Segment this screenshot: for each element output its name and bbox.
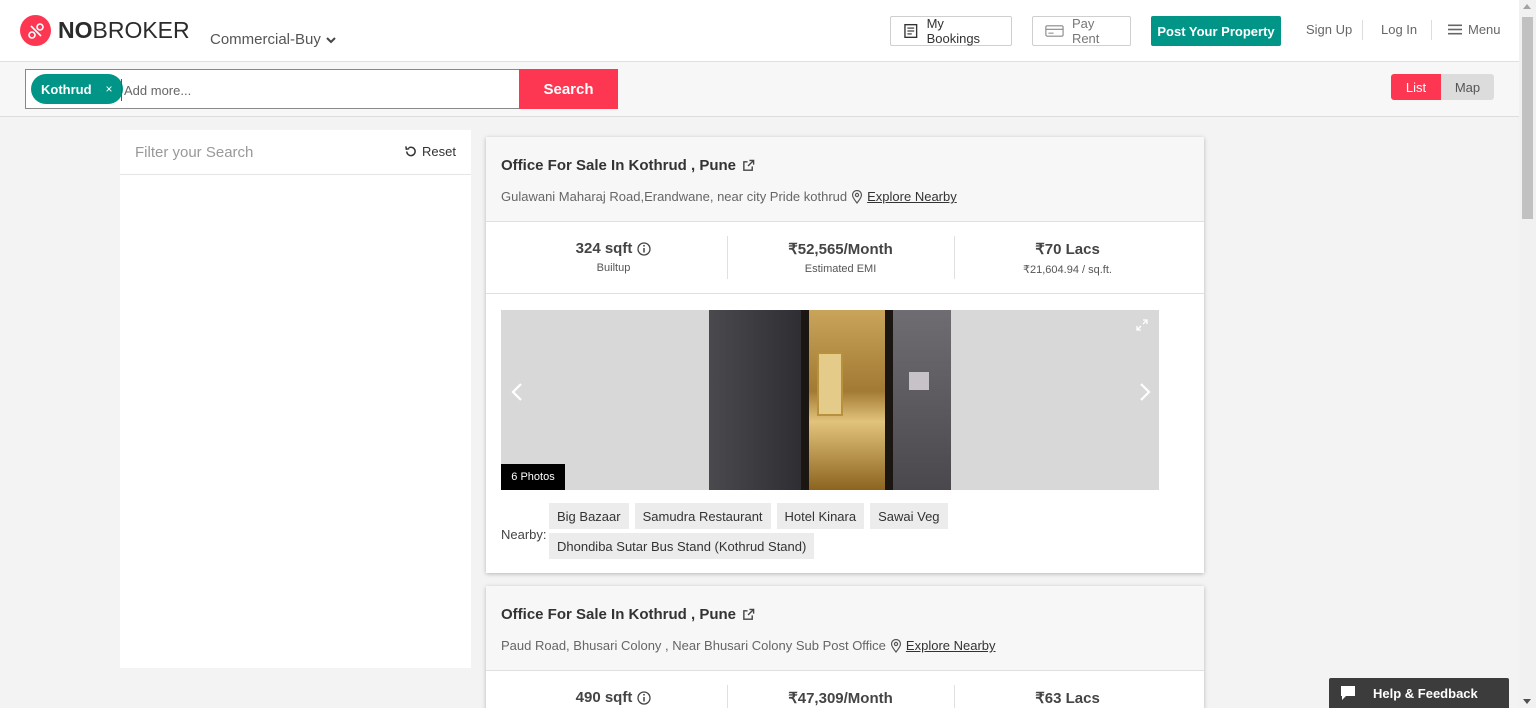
property-card[interactable]: Office For Sale In Kothrud , Pune Gulawa… — [486, 137, 1204, 573]
location-pin-icon — [890, 638, 902, 653]
list-view-button[interactable]: List — [1391, 74, 1441, 100]
property-title[interactable]: Office For Sale In Kothrud , Pune — [501, 606, 755, 623]
top-header: NOBROKER Commercial-Buy My Bookings Pay … — [0, 0, 1519, 62]
emi-label: Estimated EMI — [804, 263, 877, 275]
my-bookings-button[interactable]: My Bookings — [890, 16, 1012, 46]
photo-count-badge: 6 Photos — [501, 464, 565, 490]
nearby-tag: Samudra Restaurant — [634, 503, 771, 529]
nearby-tags: Big Bazaar Samudra Restaurant Hotel Kina… — [549, 503, 969, 559]
address-text: Paud Road, Bhusari Colony , Near Bhusari… — [501, 638, 886, 653]
external-link-icon — [743, 159, 755, 171]
post-property-button[interactable]: Post Your Property — [1151, 16, 1281, 46]
chevron-down-icon — [326, 36, 336, 43]
category-dropdown[interactable]: Commercial-Buy — [210, 31, 337, 48]
price-stat: ₹70 Lacs ₹21,604.94 / sq.ft. — [954, 222, 1181, 293]
emi-value: ₹47,309/Month — [788, 690, 893, 707]
property-card[interactable]: Office For Sale In Kothrud , Pune Paud R… — [486, 586, 1204, 708]
location-pin-icon — [852, 189, 863, 204]
price-stat: ₹63 Lacs — [954, 671, 1181, 708]
info-icon[interactable] — [637, 690, 651, 705]
emi-stat: ₹47,309/Month — [727, 671, 954, 708]
log-in-link[interactable]: Log In — [1381, 22, 1417, 37]
search-input[interactable] — [121, 79, 511, 101]
map-view-button[interactable]: Map — [1441, 74, 1494, 100]
property-stats: 324 sqft Builtup ₹52,565/Month Estimated… — [486, 222, 1204, 294]
area-value: 324 sqft — [575, 240, 633, 257]
scroll-down-arrow[interactable] — [1523, 699, 1531, 704]
filter-title: Filter your Search — [135, 144, 254, 161]
search-box: Kothrud × — [25, 69, 520, 109]
help-feedback-label: Help & Feedback — [1373, 685, 1478, 701]
area-value: 490 sqft — [575, 689, 633, 706]
category-label: Commercial-Buy — [210, 31, 321, 48]
reset-icon — [405, 146, 416, 157]
logo-icon — [20, 15, 51, 46]
card-icon — [1045, 25, 1064, 37]
search-bar-row: Kothrud × Search List Map — [0, 62, 1519, 117]
filter-header: Filter your Search Reset — [120, 130, 471, 175]
price-value: ₹70 Lacs — [1035, 241, 1100, 258]
photo-gallery[interactable]: 6 Photos — [501, 310, 1159, 490]
card-header: Office For Sale In Kothrud , Pune Paud R… — [486, 586, 1204, 671]
close-icon[interactable]: × — [106, 82, 113, 96]
info-icon[interactable] — [637, 241, 651, 256]
pay-rent-button[interactable]: Pay Rent — [1032, 16, 1131, 46]
divider — [1362, 20, 1363, 40]
property-address: Paud Road, Bhusari Colony , Near Bhusari… — [501, 638, 996, 653]
sign-up-link[interactable]: Sign Up — [1306, 22, 1352, 37]
property-title-text: Office For Sale In Kothrud , Pune — [501, 157, 737, 174]
menu-label: Menu — [1468, 22, 1501, 37]
hamburger-icon — [1448, 24, 1462, 35]
scroll-thumb[interactable] — [1522, 17, 1533, 219]
chevron-right-icon[interactable] — [1132, 380, 1156, 404]
explore-nearby-link[interactable]: Explore Nearby — [867, 189, 957, 204]
chat-icon — [1341, 686, 1355, 700]
view-toggle: List Map — [1391, 74, 1494, 100]
logo-wordmark: NOBROKER — [58, 17, 190, 43]
area-stat: 324 sqft Builtup — [500, 222, 727, 293]
card-header: Office For Sale In Kothrud , Pune Gulawa… — [486, 137, 1204, 222]
explore-nearby-link[interactable]: Explore Nearby — [906, 638, 996, 653]
emi-value: ₹52,565/Month — [788, 241, 893, 258]
price-value: ₹63 Lacs — [1035, 690, 1100, 707]
search-button[interactable]: Search — [519, 69, 618, 109]
nobroker-logo[interactable]: NOBROKER — [20, 15, 190, 46]
price-per-sqft: ₹21,604.94 / sq.ft. — [1023, 264, 1112, 276]
property-address: Gulawani Maharaj Road,Erandwane, near ci… — [501, 189, 957, 204]
nearby-tag: Big Bazaar — [549, 503, 629, 529]
address-text: Gulawani Maharaj Road,Erandwane, near ci… — [501, 189, 848, 204]
property-stats: 490 sqft ₹47,309/Month ₹63 Lacs — [486, 671, 1204, 708]
property-title-text: Office For Sale In Kothrud , Pune — [501, 606, 737, 623]
filter-panel: Filter your Search Reset — [120, 130, 471, 668]
bookings-icon — [904, 23, 918, 39]
help-feedback-button[interactable]: Help & Feedback — [1329, 678, 1509, 708]
menu-button[interactable]: Menu — [1448, 22, 1501, 37]
nearby-tag: Dhondiba Sutar Bus Stand (Kothrud Stand) — [549, 533, 815, 559]
property-title[interactable]: Office For Sale In Kothrud , Pune — [501, 157, 755, 174]
location-chip-label: Kothrud — [41, 81, 92, 97]
external-link-icon — [743, 608, 755, 620]
nearby-tag: Sawai Veg — [870, 503, 948, 529]
divider — [1431, 20, 1432, 40]
emi-stat: ₹52,565/Month Estimated EMI — [727, 222, 954, 293]
scroll-up-arrow[interactable] — [1523, 4, 1531, 9]
nearby-label: Nearby: — [501, 527, 547, 542]
chevron-left-icon[interactable] — [506, 380, 530, 404]
reset-label: Reset — [422, 144, 456, 159]
property-photo[interactable] — [709, 310, 951, 490]
expand-icon[interactable] — [1135, 318, 1149, 332]
pay-rent-label: Pay Rent — [1071, 16, 1100, 46]
my-bookings-label: My Bookings — [926, 16, 981, 46]
page-scrollbar[interactable] — [1519, 0, 1536, 708]
reset-button[interactable]: Reset — [404, 144, 456, 159]
area-stat: 490 sqft — [500, 671, 727, 708]
location-chip[interactable]: Kothrud × — [31, 74, 123, 104]
area-label: Builtup — [596, 262, 631, 274]
nearby-tag: Hotel Kinara — [776, 503, 865, 529]
